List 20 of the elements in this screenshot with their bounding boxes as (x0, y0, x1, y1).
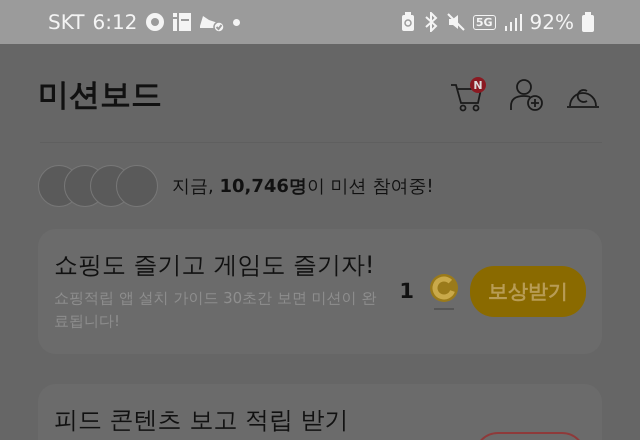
page-title: 미션보드 (38, 76, 163, 115)
add-friend-icon[interactable] (510, 78, 544, 112)
battery-saver-icon (400, 12, 415, 32)
mission-title: 쇼핑도 즐기고 게임도 즐기자! (54, 250, 376, 281)
battery-percent: 92% (530, 10, 574, 34)
dot-icon (233, 18, 240, 26)
browser-icon (145, 12, 166, 32)
cart-badge: N (470, 77, 486, 93)
battery-icon (582, 12, 594, 32)
bluetooth-icon (422, 12, 439, 32)
network-label: 5G (472, 14, 496, 30)
avatar (116, 165, 158, 207)
participants-text: 지금, 10,746명이 미션 참여중! (172, 175, 434, 198)
reward-amount: 1 (399, 279, 414, 304)
clock: 6:12 (92, 10, 138, 34)
carrier-label: SKT (48, 10, 84, 34)
mission-title: 피드 콘텐츠 보고 적립 받기 (54, 404, 350, 436)
mute-icon (446, 13, 465, 31)
news-icon (173, 13, 192, 31)
signal-icon (504, 13, 522, 31)
